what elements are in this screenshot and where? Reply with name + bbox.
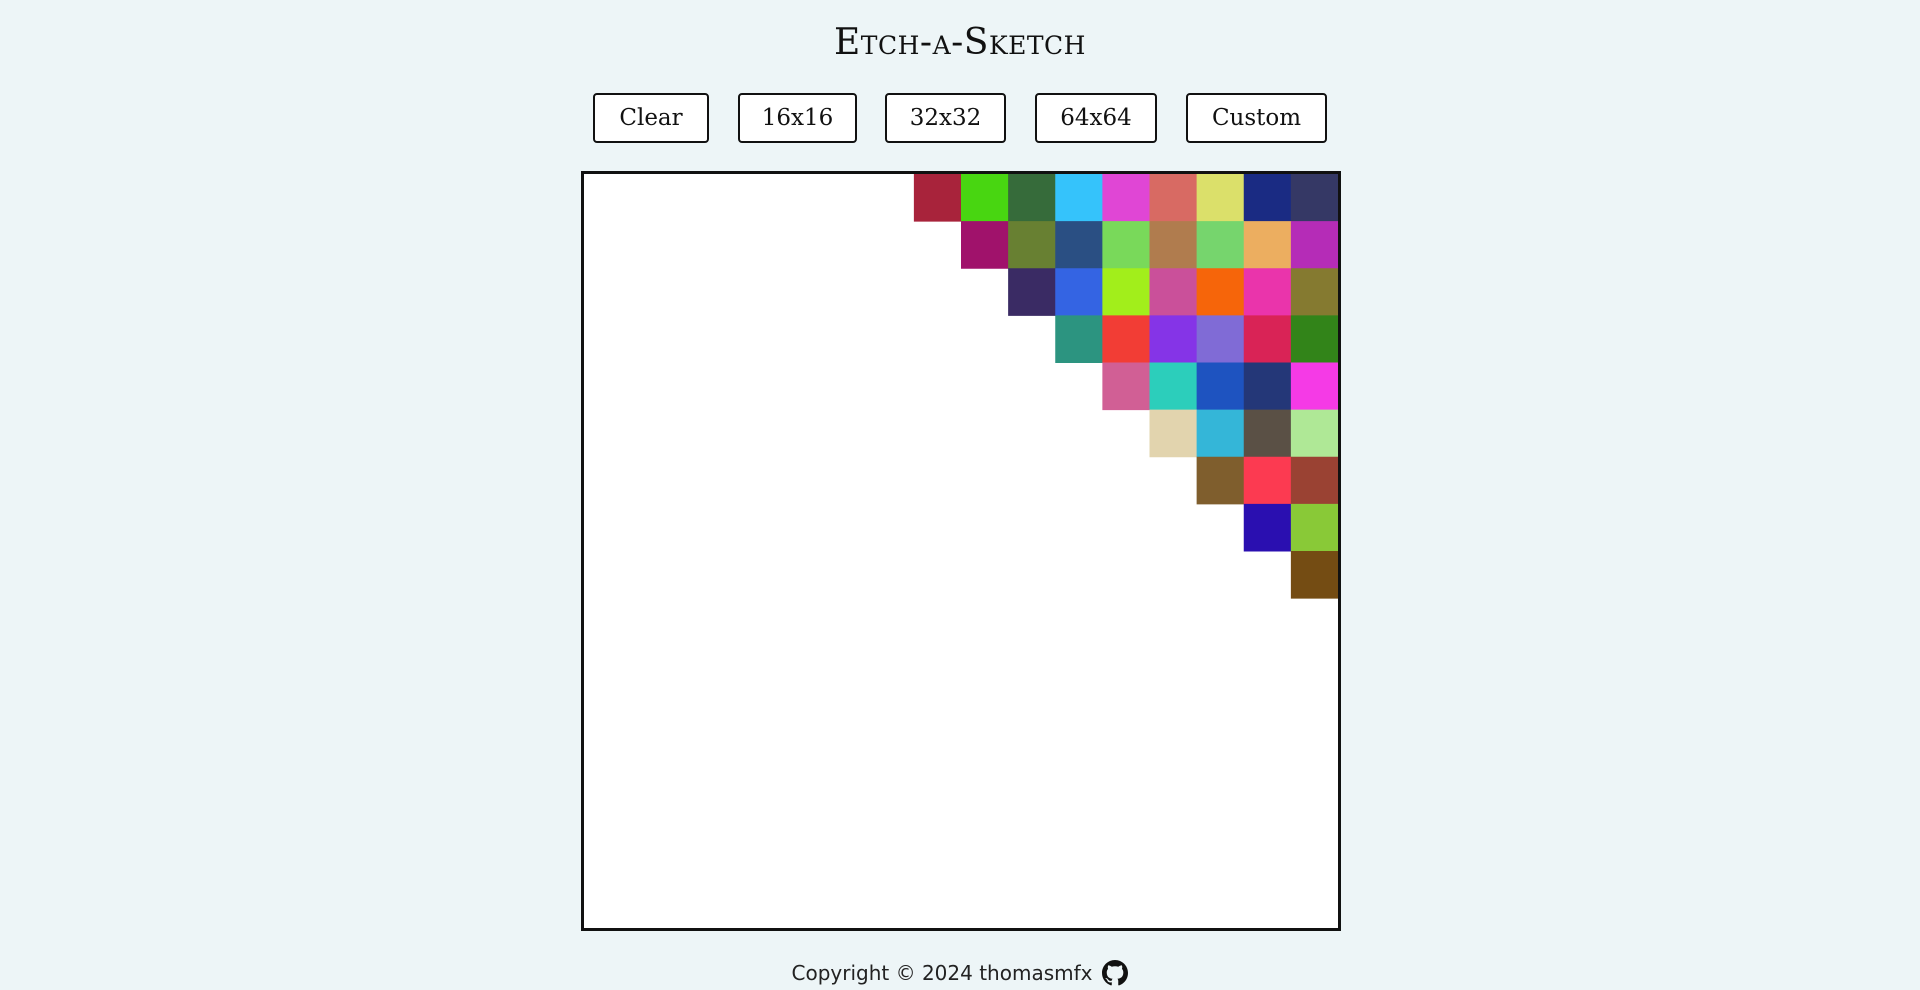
grid-cell[interactable] (1149, 268, 1198, 316)
grid-cell[interactable] (1290, 221, 1338, 269)
sketch-grid[interactable] (581, 171, 1341, 931)
grid-cell[interactable] (913, 174, 962, 222)
grid-cell[interactable] (1196, 268, 1245, 316)
grid-cell[interactable] (1102, 362, 1150, 411)
grid-16x16-button[interactable]: 16x16 (738, 93, 857, 143)
page-title: Etch-a-Sketch (834, 22, 1086, 63)
grid-cell[interactable] (1243, 362, 1292, 411)
grid-32x32-button[interactable]: 32x32 (885, 93, 1006, 143)
grid-64x64-button[interactable]: 64x64 (1035, 93, 1157, 143)
grid-cell[interactable] (961, 221, 1009, 269)
grid-cell[interactable] (1243, 503, 1292, 552)
grid-cell[interactable] (1243, 268, 1292, 316)
grid-cell[interactable] (1149, 174, 1198, 222)
grid-cell[interactable] (1290, 551, 1338, 599)
grid-canvas[interactable] (584, 174, 1338, 928)
grid-cell[interactable] (1008, 268, 1056, 316)
grid-cell[interactable] (1149, 362, 1198, 411)
grid-cell[interactable] (1149, 221, 1198, 269)
grid-cell[interactable] (1290, 409, 1338, 458)
grid-cell[interactable] (1055, 315, 1103, 363)
grid-cell[interactable] (1290, 268, 1338, 316)
grid-cell[interactable] (1102, 315, 1150, 363)
footer: Copyright © 2024 thomasmfx (0, 960, 1920, 986)
grid-cell[interactable] (1102, 221, 1150, 269)
grid-cell[interactable] (1196, 221, 1245, 269)
grid-cell[interactable] (1055, 174, 1103, 222)
grid-cell[interactable] (1290, 315, 1338, 363)
copyright-text: Copyright © 2024 thomasmfx (791, 961, 1093, 985)
grid-cell[interactable] (1102, 174, 1150, 222)
grid-cell[interactable] (1290, 503, 1338, 552)
grid-cell[interactable] (1102, 268, 1150, 316)
clear-button[interactable]: Clear (593, 93, 709, 143)
grid-cell[interactable] (1008, 174, 1056, 222)
grid-cell[interactable] (1196, 362, 1245, 411)
grid-cell[interactable] (1243, 456, 1292, 505)
grid-cell[interactable] (1149, 315, 1198, 363)
grid-cell[interactable] (1290, 362, 1338, 411)
custom-size-button[interactable]: Custom (1186, 93, 1327, 143)
grid-cell[interactable] (1290, 174, 1338, 222)
grid-cell[interactable] (1149, 409, 1198, 458)
grid-cell[interactable] (1055, 268, 1103, 316)
grid-cell[interactable] (1243, 221, 1292, 269)
grid-cell[interactable] (1196, 315, 1245, 363)
grid-cell[interactable] (1243, 409, 1292, 458)
github-icon[interactable] (1102, 960, 1129, 986)
grid-cell[interactable] (1055, 221, 1103, 269)
grid-cell[interactable] (1290, 456, 1338, 505)
grid-cell[interactable] (1008, 221, 1056, 269)
grid-cell[interactable] (1196, 409, 1245, 458)
grid-cell[interactable] (961, 174, 1009, 222)
grid-cell[interactable] (1196, 456, 1245, 505)
grid-cell[interactable] (1243, 174, 1292, 222)
grid-cell[interactable] (1196, 174, 1245, 222)
grid-cell[interactable] (1243, 315, 1292, 363)
